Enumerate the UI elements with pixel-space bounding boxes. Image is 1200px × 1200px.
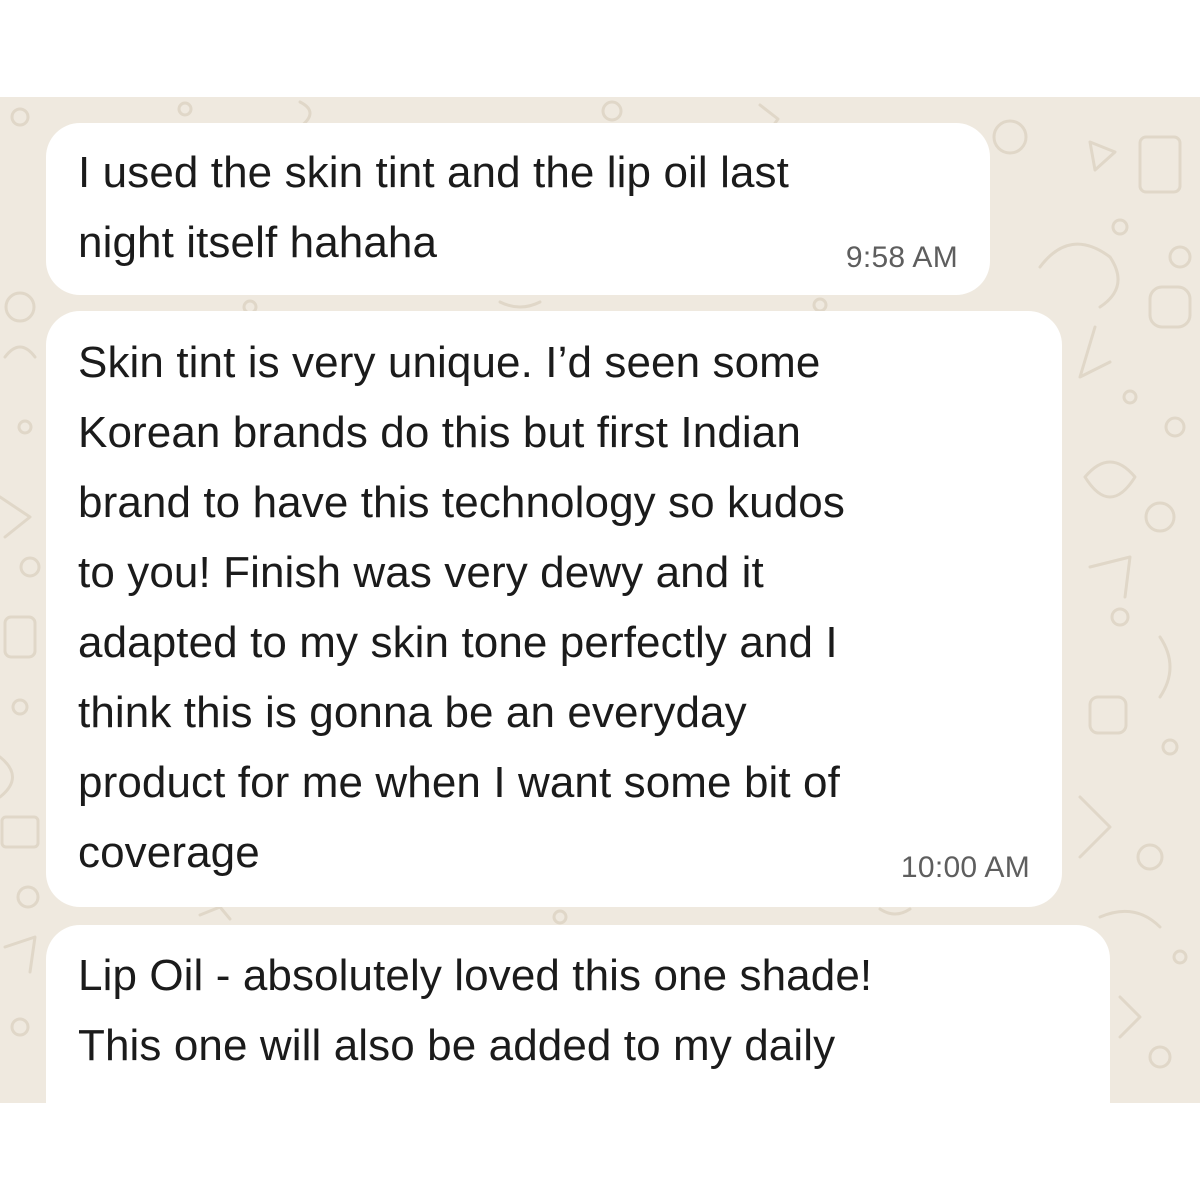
message-line: Lip Oil - absolutely loved this one shad… xyxy=(78,951,873,1000)
message-line: I used the skin tint and the lip oil las… xyxy=(78,148,789,197)
message-text: Skin tint is very unique. I’d seen some … xyxy=(78,328,845,888)
message-line: adapted to my skin tone perfectly and I xyxy=(78,618,838,667)
message-text: I used the skin tint and the lip oil las… xyxy=(78,138,789,278)
message-line: Korean brands do this but first Indian xyxy=(78,408,801,457)
message-text: Lip Oil - absolutely loved this one shad… xyxy=(78,941,872,1081)
message-line: This one will also be added to my daily xyxy=(78,1021,836,1070)
chat-conversation[interactable]: I used the skin tint and the lip oil las… xyxy=(0,97,1200,1103)
message-line: to you! Finish was very dewy and it xyxy=(78,548,764,597)
message-timestamp: 9:58 AM xyxy=(845,241,958,274)
message-line: think this is gonna be an everyday xyxy=(78,688,747,737)
message-line: night itself hahaha xyxy=(78,218,438,267)
message-line: coverage xyxy=(78,828,260,877)
message-bubble[interactable]: Skin tint is very unique. I’d seen some … xyxy=(46,311,1062,907)
message-line: product for me when I want some bit of xyxy=(78,758,840,807)
message-timestamp: 10:00 AM xyxy=(900,851,1030,884)
message-line: Skin tint is very unique. I’d seen some xyxy=(78,338,821,387)
message-bubble[interactable]: Lip Oil - absolutely loved this one shad… xyxy=(46,925,1110,1103)
message-line: brand to have this technology so kudos xyxy=(78,478,845,527)
screenshot-canvas: I used the skin tint and the lip oil las… xyxy=(0,0,1200,1200)
message-bubble[interactable]: I used the skin tint and the lip oil las… xyxy=(46,123,990,295)
